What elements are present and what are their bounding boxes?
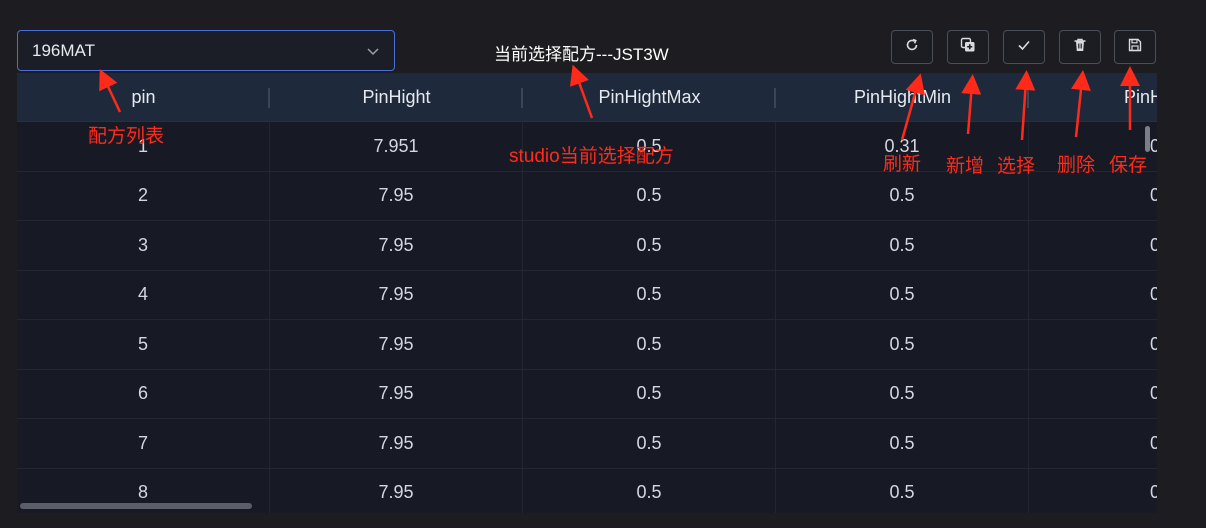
table-body: 1 7.951 0.5 0.31 0 2 7.95 0.5 0.5 0 3 7.95 0.5 0.5 0 4 7… xyxy=(17,122,1157,513)
recipe-select-value: 196MAT xyxy=(32,40,95,60)
cell-pinhigh: 0 xyxy=(1029,172,1157,221)
annotation-recipe-list: 配方列表 xyxy=(88,126,165,147)
cell-pinhightmax: 0.5 xyxy=(523,320,776,369)
horizontal-scrollbar[interactable] xyxy=(20,503,252,509)
cell-pinhightmax: 0.5 xyxy=(523,270,776,319)
recipe-table: pin PinHight PinHightMax PinHightMin Pin… xyxy=(17,73,1157,513)
cell-pinhightmin: 0.5 xyxy=(776,419,1029,468)
cell-pinhigh: 0 xyxy=(1029,320,1157,369)
recipe-select[interactable]: 196MAT xyxy=(17,30,395,71)
column-header-pinhightmin[interactable]: PinHightMin xyxy=(776,73,1029,121)
column-header-pinhigh[interactable]: PinHigh xyxy=(1029,73,1157,121)
table-row[interactable]: 3 7.95 0.5 0.5 0 xyxy=(17,221,1157,271)
table-row[interactable]: 5 7.95 0.5 0.5 0 xyxy=(17,320,1157,370)
table-row[interactable]: 4 7.95 0.5 0.5 0 xyxy=(17,270,1157,320)
cell-pin: 6 xyxy=(17,369,270,418)
refresh-button[interactable] xyxy=(891,30,933,64)
chevron-down-icon xyxy=(366,44,380,58)
cell-pinhigh: 0 xyxy=(1029,370,1157,419)
table-header: pin PinHight PinHightMax PinHightMin Pin… xyxy=(17,73,1157,122)
cell-pinhightmax: 0.5 xyxy=(523,468,776,513)
column-header-pinhightmax[interactable]: PinHightMax xyxy=(523,73,776,121)
cell-pinhigh: 0 xyxy=(1029,469,1157,514)
delete-button[interactable] xyxy=(1059,30,1101,64)
table-row[interactable]: 7 7.95 0.5 0.5 0 xyxy=(17,419,1157,469)
cell-pinhight: 7.95 xyxy=(270,468,523,513)
cell-pinhigh: 0 xyxy=(1029,419,1157,468)
table-row[interactable]: 6 7.95 0.5 0.5 0 xyxy=(17,369,1157,419)
annotation-add: 新增 xyxy=(946,156,985,177)
check-icon xyxy=(1016,37,1032,58)
trash-icon xyxy=(1072,37,1088,58)
current-recipe-title: 当前选择配方---JST3W xyxy=(494,45,669,64)
cell-pinhight: 7.95 xyxy=(270,369,523,418)
cell-pinhight: 7.95 xyxy=(270,419,523,468)
annotation-studio-current: studio当前选择配方 xyxy=(509,146,674,167)
cell-pinhigh: 0 xyxy=(1029,221,1157,270)
add-copy-icon xyxy=(960,37,976,58)
cell-pinhightmin: 0.5 xyxy=(776,171,1029,220)
annotation-refresh: 刷新 xyxy=(883,154,922,175)
cell-pinhightmax: 0.5 xyxy=(523,221,776,270)
table-row[interactable]: 2 7.95 0.5 0.5 0 xyxy=(17,171,1157,221)
save-button[interactable] xyxy=(1114,30,1156,64)
add-button[interactable] xyxy=(947,30,989,64)
vertical-scrollbar[interactable] xyxy=(1145,126,1150,152)
cell-pinhightmin: 0.5 xyxy=(776,221,1029,270)
cell-pinhightmax: 0.5 xyxy=(523,419,776,468)
cell-pinhigh: 0 xyxy=(1029,271,1157,320)
cell-pinhight: 7.95 xyxy=(270,171,523,220)
annotation-select: 选择 xyxy=(997,156,1036,177)
cell-pin: 5 xyxy=(17,320,270,369)
cell-pinhightmax: 0.5 xyxy=(523,171,776,220)
cell-pinhight: 7.95 xyxy=(270,221,523,270)
column-header-pinhight[interactable]: PinHight xyxy=(270,73,523,121)
annotation-save: 保存 xyxy=(1109,155,1148,176)
cell-pinhight: 7.95 xyxy=(270,270,523,319)
column-header-pin[interactable]: pin xyxy=(17,73,270,121)
cell-pinhightmin: 0.5 xyxy=(776,369,1029,418)
cell-pinhightmin: 0.5 xyxy=(776,320,1029,369)
cell-pinhightmin: 0.5 xyxy=(776,468,1029,513)
select-button[interactable] xyxy=(1003,30,1045,64)
annotation-delete: 删除 xyxy=(1057,155,1096,176)
cell-pinhight: 7.95 xyxy=(270,320,523,369)
cell-pin: 7 xyxy=(17,419,270,468)
cell-pin: 3 xyxy=(17,221,270,270)
refresh-icon xyxy=(904,37,920,58)
cell-pin: 4 xyxy=(17,270,270,319)
cell-pinhight: 7.951 xyxy=(270,122,523,171)
cell-pinhightmin: 0.5 xyxy=(776,270,1029,319)
cell-pin: 2 xyxy=(17,171,270,220)
save-icon xyxy=(1127,37,1143,58)
cell-pinhightmax: 0.5 xyxy=(523,369,776,418)
